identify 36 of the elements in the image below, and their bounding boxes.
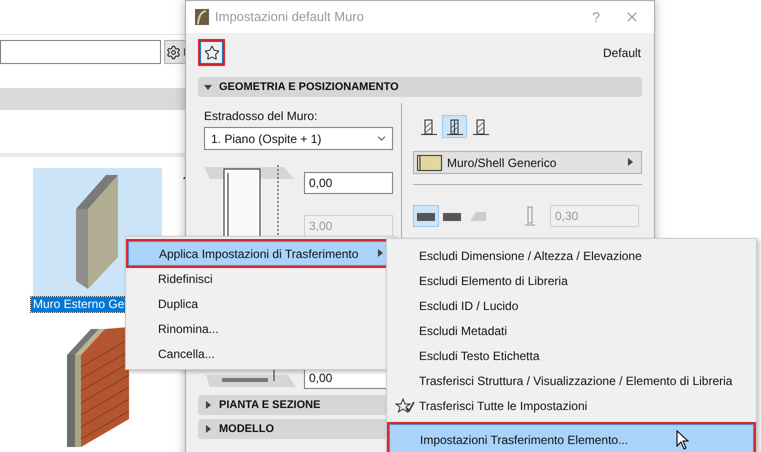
search-field[interactable] xyxy=(0,40,161,64)
reference-line-button[interactable] xyxy=(442,115,467,138)
favorites-button[interactable] xyxy=(198,39,225,66)
wall-position-icon xyxy=(472,118,490,136)
mouse-cursor-icon xyxy=(676,430,690,450)
disclosure-triangle-icon[interactable] xyxy=(204,424,213,434)
section-header[interactable]: GEOMETRIA E POSIZIONAMENTO xyxy=(198,77,642,97)
settings-icon xyxy=(166,44,180,60)
menu-item[interactable]: Escludi Testo Etichetta xyxy=(389,343,754,368)
wall-position-icon xyxy=(420,118,438,136)
menu-item[interactable]: Escludi Metadati xyxy=(389,318,754,343)
top-offset-field[interactable]: 0,00 xyxy=(304,172,393,194)
section-title: MODELLO xyxy=(219,422,274,437)
menu-item[interactable]: Impostazioni Trasferimento Elemento... xyxy=(389,424,754,452)
app-icon xyxy=(195,9,209,25)
section-title: GEOMETRIA E POSIZIONAMENTO xyxy=(219,80,399,95)
preset-name: Default xyxy=(602,44,642,62)
caret-icon[interactable] xyxy=(626,158,635,167)
menu-item[interactable]: Trasferisci Tutte le Impostazioni xyxy=(389,393,754,418)
disclosure-triangle-icon[interactable] xyxy=(204,82,213,92)
material-swatch-icon xyxy=(417,154,442,170)
menu-item[interactable]: Escludi Dimensione / Altezza / Elevazione xyxy=(389,243,754,268)
structure-dropdown[interactable]: Muro/Shell Generico xyxy=(413,151,642,174)
wall-position-icon xyxy=(446,118,464,136)
disclosure-triangle-icon[interactable] xyxy=(204,400,213,410)
thickness-icon xyxy=(525,206,535,226)
menu-item[interactable]: Escludi Elemento di Libreria xyxy=(389,268,754,293)
section-title: PIANTA E SEZIONE xyxy=(219,398,320,413)
top-link-dropdown[interactable]: 1. Piano (Ospite + 1) xyxy=(204,127,393,150)
wall-type-button[interactable] xyxy=(413,205,439,227)
thumbnail-label[interactable]: Muro Esterno Ge xyxy=(31,297,126,312)
submenu-arrow-icon[interactable] xyxy=(376,249,385,258)
menu-item[interactable]: Escludi ID / Lucido xyxy=(389,293,754,318)
field-label: Estradosso del Muro: xyxy=(204,109,318,123)
star-icon xyxy=(204,44,220,60)
window-title: Impostazioni default Muro xyxy=(215,8,364,26)
